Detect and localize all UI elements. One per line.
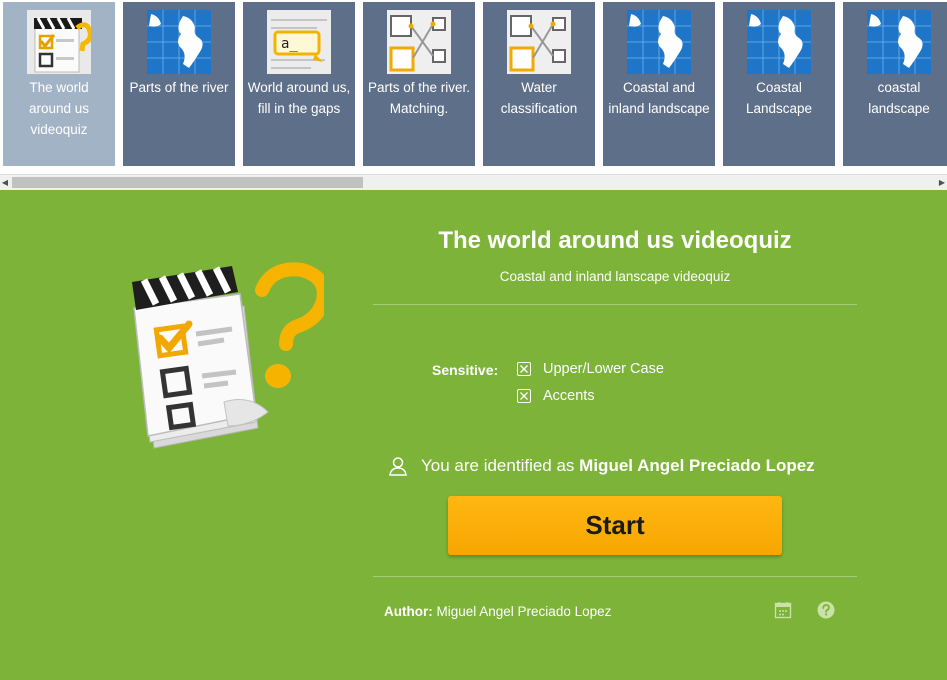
globe-icon — [747, 10, 811, 74]
globe-icon — [627, 10, 691, 74]
scroll-left-arrow-icon[interactable]: ◀ — [1, 178, 9, 188]
matching-icon — [387, 10, 451, 74]
activity-label: Parts of the river. Matching. — [367, 80, 471, 116]
identified-prefix: You are identified as — [421, 456, 575, 475]
checkbox-x-icon — [520, 365, 528, 373]
identified-text: You are identified as Miguel Angel Preci… — [421, 454, 815, 478]
activity-tile-parts-of-the-river-matching[interactable]: Parts of the river. Matching. — [363, 2, 475, 166]
activity-label: Coastal Landscape — [745, 80, 813, 116]
activity-list: The world around us videoquiz Parts of t… — [0, 0, 947, 166]
activity-tile-parts-of-the-river[interactable]: Parts of the river — [123, 2, 235, 166]
user-icon — [389, 457, 407, 476]
divider — [373, 576, 857, 577]
activity-label: coastal landscape — [868, 80, 930, 116]
activity-tile-fill-in-the-gaps[interactable]: a_ World around us, fill in the gaps — [243, 2, 355, 166]
activity-label: The world around us videoquiz — [28, 80, 90, 137]
start-button[interactable]: Start — [448, 496, 782, 555]
scroll-thumb[interactable] — [12, 177, 363, 188]
quiz-start-panel: The world around us videoquiz Coastal an… — [0, 190, 947, 680]
author-info: Author: Miguel Angel Preciado Lopez — [384, 604, 611, 619]
accents-label: Accents — [543, 388, 595, 404]
divider — [373, 304, 857, 305]
videoquiz-icon — [27, 10, 91, 74]
activity-tile-coastal-landscape[interactable]: Coastal Landscape — [723, 2, 835, 166]
activity-tile-videoquiz[interactable]: The world around us videoquiz — [3, 2, 115, 166]
activity-strip: The world around us videoquiz Parts of t… — [0, 0, 947, 174]
author-name: Miguel Angel Preciado Lopez — [436, 604, 612, 619]
videoquiz-illustration-icon — [128, 252, 331, 462]
upper-lower-case-label: Upper/Lower Case — [543, 361, 664, 377]
matching-icon — [507, 10, 571, 74]
scroll-right-arrow-icon[interactable]: ▶ — [938, 178, 946, 188]
activity-label: Parts of the river — [129, 80, 229, 95]
quiz-title: The world around us videoquiz — [438, 227, 792, 254]
activity-label: Water classification — [500, 80, 578, 116]
activity-label: Coastal and inland landscape — [608, 80, 710, 116]
activity-tile-water-classification[interactable]: Water classification — [483, 2, 595, 166]
accents-checkbox[interactable] — [517, 389, 531, 403]
globe-icon — [147, 10, 211, 74]
quiz-subtitle: Coastal and inland lanscape videoquiz — [499, 269, 731, 284]
help-icon[interactable] — [817, 601, 835, 619]
svg-text:a_: a_ — [281, 36, 298, 52]
identified-user: You are identified as Miguel Angel Preci… — [388, 454, 868, 478]
sensitive-label: Sensitive: — [432, 362, 499, 378]
user-name: Miguel Angel Preciado Lopez — [579, 456, 815, 475]
activity-tile-coastal-landscape-2[interactable]: coastal landscape — [843, 2, 947, 166]
activity-label: World around us, fill in the gaps — [247, 80, 351, 116]
checkbox-x-icon — [520, 392, 528, 400]
upper-lower-case-checkbox[interactable] — [517, 362, 531, 376]
author-label: Author: — [384, 604, 433, 619]
globe-icon — [867, 10, 931, 74]
fill-gaps-icon: a_ — [267, 10, 331, 74]
horizontal-scrollbar[interactable]: ◀ ▶ — [0, 174, 947, 190]
activity-tile-coastal-and-inland-landscape[interactable]: Coastal and inland landscape — [603, 2, 715, 166]
calendar-icon[interactable] — [774, 601, 792, 619]
